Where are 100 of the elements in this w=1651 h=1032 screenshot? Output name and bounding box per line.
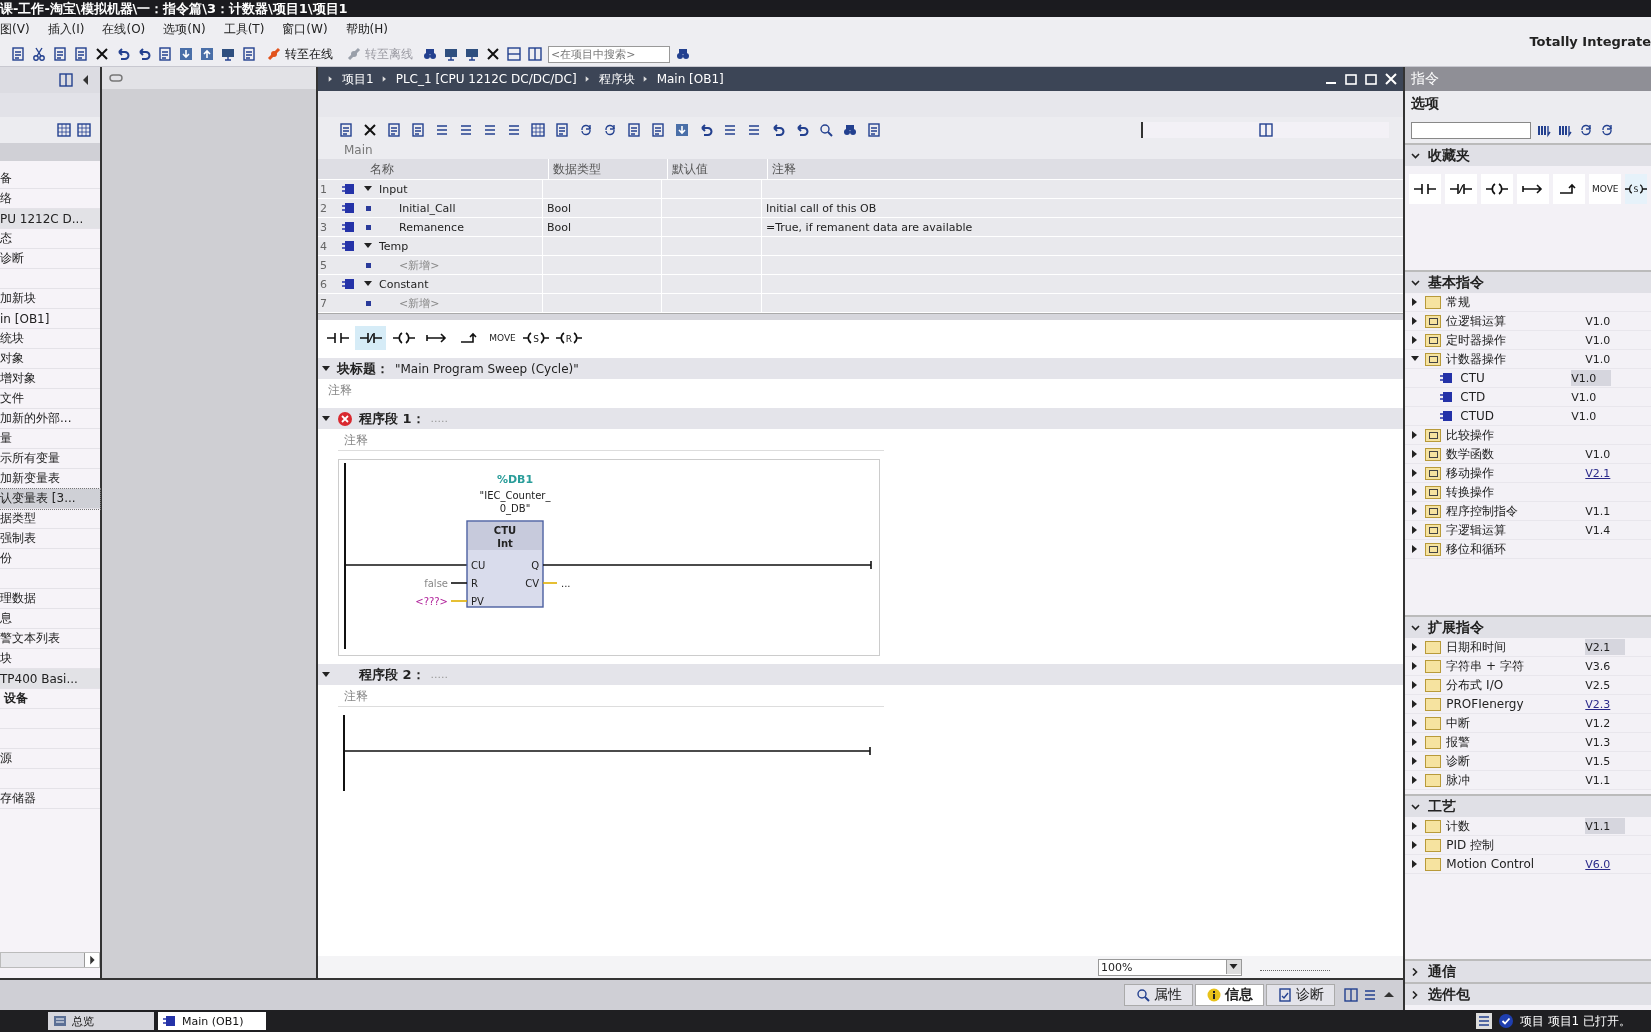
breadcrumb-item[interactable]: PLC_1 [CPU 1212C DC/DC/DC] (395, 72, 577, 86)
document-icon[interactable] (241, 46, 257, 62)
tree-item[interactable]: 增对象 (0, 369, 100, 389)
expand-triangle-icon[interactable] (1411, 355, 1421, 363)
move-button[interactable]: MOVE (1589, 174, 1622, 204)
instruction-folder[interactable]: 常规 (1446, 293, 1581, 311)
instruction-item[interactable]: CTU (1460, 371, 1567, 385)
tree-item[interactable]: 份 (0, 549, 100, 569)
document-icon[interactable] (157, 46, 173, 62)
tree-item[interactable]: 示所有变量 (0, 449, 100, 469)
instruction-item[interactable]: CTD (1460, 390, 1567, 404)
instruction-button[interactable] (1445, 174, 1478, 204)
column-header[interactable]: 数据类型 (548, 159, 667, 179)
section-header[interactable]: 基本指令 (1405, 270, 1651, 293)
instruction-folder[interactable]: 分布式 I/O (1446, 676, 1581, 694)
undo-icon[interactable] (698, 122, 714, 138)
section-header[interactable]: 工艺 (1405, 794, 1651, 817)
tree-item[interactable]: 警文本列表 (0, 629, 100, 649)
download-icon[interactable] (674, 122, 690, 138)
instruction-search-field[interactable] (1411, 121, 1532, 139)
monitor-icon[interactable] (443, 46, 459, 62)
maximize-icon[interactable] (1363, 71, 1380, 87)
instruction-folder[interactable]: 定时器操作 (1446, 331, 1581, 349)
instruction-folder[interactable]: PID 控制 (1446, 836, 1581, 854)
tree-item[interactable]: TP400 Basi... (0, 669, 100, 689)
refresh-icon[interactable] (602, 122, 618, 138)
comment-placeholder[interactable]: 注释 (328, 383, 352, 397)
zoom-dropdown[interactable]: 100% (1098, 958, 1242, 976)
tree-item[interactable]: in [OB1] (0, 309, 100, 329)
tree-item[interactable]: 量 (0, 429, 100, 449)
block-title-value[interactable]: "Main Program Sweep (Cycle)" (395, 361, 579, 376)
instruction-item[interactable]: CTUD (1460, 409, 1567, 423)
undo-icon[interactable] (136, 46, 152, 62)
instruction-folder[interactable]: 日期和时间 (1446, 638, 1581, 656)
instruction-folder[interactable]: PROFIenergy (1446, 697, 1581, 711)
tree-item[interactable]: 强制表 (0, 529, 100, 549)
chevron-icon[interactable] (1411, 802, 1421, 811)
grid-icon[interactable] (76, 122, 92, 138)
comment-placeholder[interactable]: 注释 (344, 433, 368, 447)
tree-item[interactable]: 态 (0, 229, 100, 249)
split-view-icon[interactable] (1343, 987, 1360, 1003)
document-icon[interactable] (73, 46, 89, 62)
binoculars-icon[interactable] (675, 46, 691, 62)
expand-triangle-icon[interactable] (364, 185, 373, 193)
document-icon[interactable] (626, 122, 642, 138)
operand-value[interactable]: false (424, 578, 448, 589)
instruction-folder[interactable]: 数学函数 (1446, 445, 1581, 463)
column-header[interactable]: 名称 (364, 160, 548, 178)
instruction-button[interactable] (1409, 174, 1442, 204)
expand-triangle-icon[interactable] (322, 364, 331, 373)
split-view-icon[interactable] (58, 72, 74, 88)
split-view-icon[interactable] (1141, 122, 1390, 138)
tree-item[interactable]: 诊断 (0, 249, 100, 269)
expand-triangle-icon[interactable] (364, 280, 373, 288)
delete-icon[interactable] (94, 46, 110, 62)
maximize-icon[interactable] (1343, 71, 1360, 87)
refresh-icon[interactable] (578, 122, 594, 138)
inspector-tab[interactable]: 属性 (1124, 984, 1194, 1006)
instruction-folder[interactable]: 字逻辑运算 (1446, 521, 1581, 539)
instruction-folder[interactable]: 中断 (1446, 714, 1581, 732)
binoculars-icon[interactable] (842, 122, 858, 138)
document-icon[interactable] (866, 122, 882, 138)
chevron-icon[interactable] (1411, 151, 1421, 160)
download-icon[interactable] (178, 46, 194, 62)
inspector-tab[interactable]: 信息 (1195, 984, 1265, 1006)
expand-triangle-icon[interactable] (322, 670, 331, 679)
instruction-folder[interactable]: 字符串 + 字符 (1446, 657, 1581, 675)
instruction-folder[interactable]: 脉冲 (1446, 771, 1581, 789)
monitor-icon[interactable] (464, 46, 480, 62)
tree-item[interactable]: 息 (0, 609, 100, 629)
tree-item[interactable]: 存储器 (0, 789, 100, 809)
instruction-folder[interactable]: 位逻辑运算 (1446, 312, 1581, 330)
menu-item[interactable]: 窗口(W) (273, 21, 337, 38)
instruction-folder[interactable]: 程序控制指令 (1446, 502, 1581, 520)
tree-item[interactable]: 理数据 (0, 589, 100, 609)
expand-triangle-icon[interactable] (322, 414, 331, 423)
instruction-folder[interactable]: 比较操作 (1446, 426, 1581, 444)
search-icon[interactable] (818, 122, 834, 138)
portal-view-button[interactable]: 总览 (48, 1012, 154, 1030)
tree-item[interactable]: PU 1212C D... (0, 209, 100, 229)
comment-placeholder[interactable]: 注释 (344, 689, 368, 703)
instance-name[interactable]: "IEC_Counter_ 0_DB" (479, 490, 551, 514)
binoculars-icon[interactable] (422, 46, 438, 62)
tree-item[interactable]: 统块 (0, 329, 100, 349)
instruction-folder[interactable]: 转换操作 (1446, 483, 1581, 501)
menu-item[interactable]: 工具(T) (214, 21, 274, 38)
split-view-icon[interactable] (506, 46, 522, 62)
column-header[interactable]: 默认值 (667, 159, 767, 179)
split-view-icon[interactable] (527, 46, 543, 62)
menu-item[interactable]: 图(V) (0, 21, 39, 38)
instruction-folder[interactable]: 诊断 (1446, 752, 1581, 770)
section-header[interactable]: 收藏夹 (1405, 143, 1651, 166)
ctu-block[interactable] (466, 520, 544, 608)
instruction-button[interactable]: S (1625, 174, 1648, 204)
project-search-field[interactable]: <在项目中搜索> (548, 45, 670, 63)
instruction-folder[interactable]: 报警 (1446, 733, 1581, 751)
instruction-button[interactable] (1517, 174, 1550, 204)
upload-icon[interactable] (199, 46, 215, 62)
delete-icon[interactable] (362, 122, 378, 138)
tree-heading[interactable]: 设备 (0, 689, 100, 709)
